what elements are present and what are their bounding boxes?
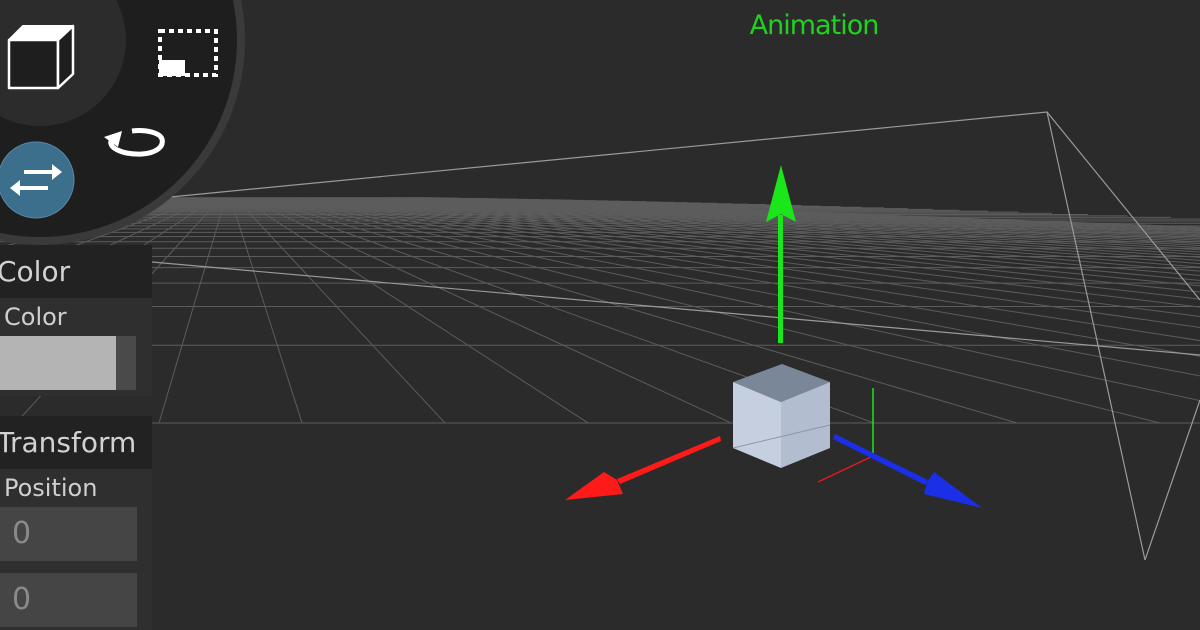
transform-panel: Position 0 0 bbox=[0, 469, 152, 630]
move-tool-button[interactable] bbox=[0, 140, 76, 220]
y-axis-shaft bbox=[778, 215, 783, 343]
color-picker-button[interactable] bbox=[116, 336, 136, 390]
color-panel-header[interactable]: Color bbox=[0, 245, 152, 298]
cube-icon[interactable] bbox=[6, 20, 76, 90]
x-axis-arrow[interactable] bbox=[565, 436, 721, 500]
z-axis-arrow[interactable] bbox=[833, 434, 982, 508]
z-axis-shaft bbox=[833, 434, 928, 485]
grid-line-depth bbox=[244, 197, 732, 424]
color-panel: Color bbox=[0, 298, 152, 396]
position-field-label: Position bbox=[4, 474, 98, 502]
box-select-icon[interactable] bbox=[157, 28, 219, 78]
camera-frustum bbox=[151, 111, 1200, 561]
origin-x-line bbox=[817, 455, 874, 483]
rotate-icon[interactable] bbox=[102, 125, 168, 165]
color-swatch[interactable] bbox=[0, 336, 116, 390]
z-axis-head bbox=[924, 472, 982, 508]
mode-title: Animation bbox=[749, 10, 880, 41]
selected-cube[interactable] bbox=[732, 364, 831, 468]
y-axis-head bbox=[766, 165, 796, 222]
transform-panel-header[interactable]: Transform bbox=[0, 416, 152, 469]
position-y-input[interactable]: 0 bbox=[0, 573, 137, 627]
color-field-label: Color bbox=[4, 303, 67, 331]
x-axis-head bbox=[565, 472, 623, 500]
x-axis-shaft bbox=[617, 436, 721, 484]
position-x-input[interactable]: 0 bbox=[0, 507, 137, 561]
